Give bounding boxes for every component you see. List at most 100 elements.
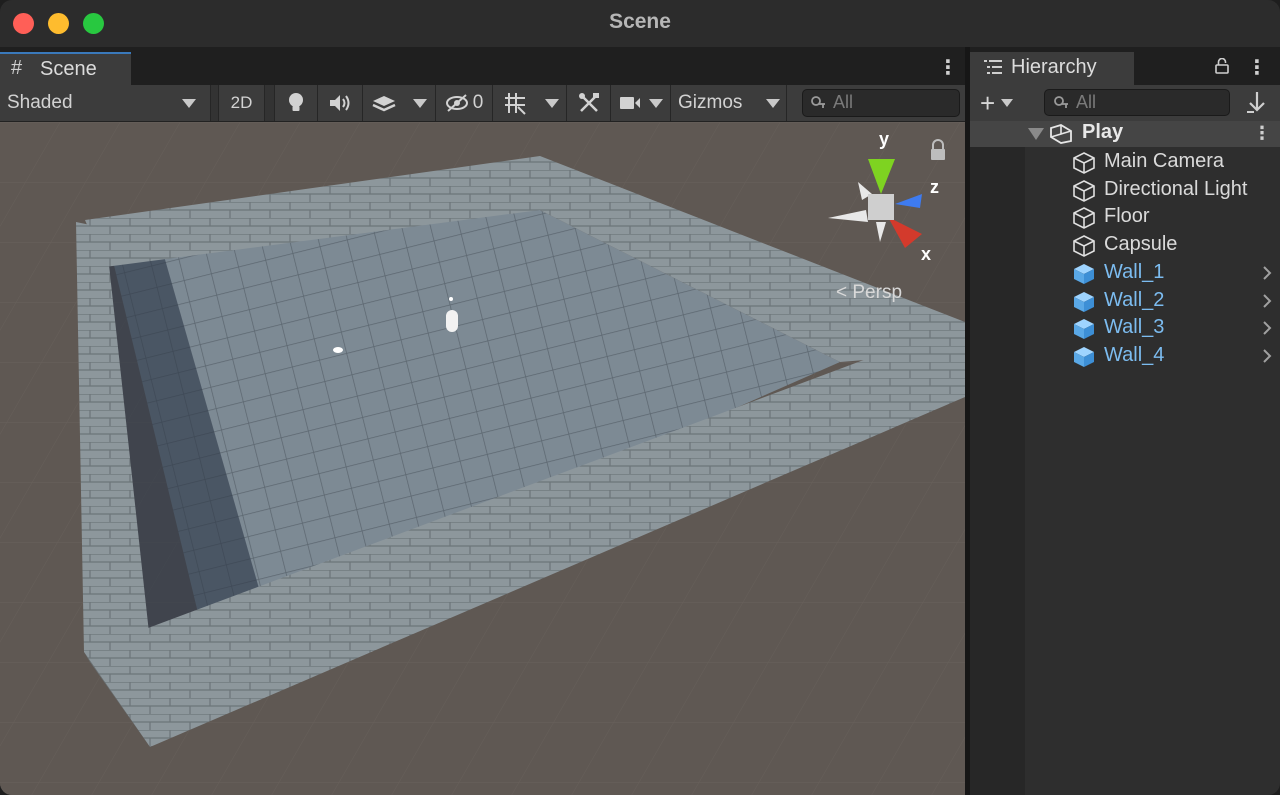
hierarchy-item[interactable]: Wall_4 — [970, 343, 1280, 370]
hierarchy-scene-row[interactable]: Play ⋮ — [970, 121, 1280, 147]
hierarchy-item-label: Wall_2 — [1104, 288, 1165, 311]
gizmos-dropdown-button[interactable] — [759, 85, 787, 121]
scene-render — [0, 122, 965, 795]
search-icon — [1054, 96, 1068, 108]
expand-triangle-icon[interactable] — [1028, 128, 1044, 140]
hierarchy-tree: Play ⋮ Main Camera Directional Light Floor… — [970, 121, 1280, 795]
hierarchy-item[interactable]: Capsule — [970, 232, 1280, 259]
hierarchy-tab-bar: Hierarchy ⋮ — [970, 47, 1280, 85]
gizmos-button[interactable]: Gizmos — [671, 85, 759, 121]
camera-gizmo — [449, 297, 453, 301]
shading-mode-dropdown[interactable]: Shaded — [0, 85, 211, 121]
hidden-objects-count: 0 — [472, 92, 484, 113]
hierarchy-item-label: Wall_1 — [1104, 260, 1165, 283]
y-axis-label: y — [879, 129, 890, 149]
hierarchy-scene-label: Play — [1082, 121, 1124, 143]
chevron-right-icon[interactable] — [1262, 265, 1272, 281]
chevron-left-icon: < — [836, 282, 853, 303]
hierarchy-item[interactable]: Directional Light — [970, 177, 1280, 204]
hierarchy-item[interactable]: Wall_1 — [970, 260, 1280, 287]
chevron-right-icon[interactable] — [1262, 348, 1272, 364]
scene-toolbar: Shaded 2D 0 Gizmos All — [0, 85, 965, 122]
gameobject-cube-icon — [1073, 179, 1095, 202]
toolbar-separator — [265, 85, 275, 121]
tab-hierarchy[interactable]: Hierarchy — [970, 52, 1134, 85]
plus-icon: + — [980, 88, 996, 118]
grid-dropdown-button[interactable] — [537, 85, 567, 121]
prefab-cube-icon — [1074, 319, 1094, 340]
hierarchy-item-label: Capsule — [1104, 233, 1178, 256]
hierarchy-item-label: Directional Light — [1104, 177, 1248, 200]
audio-toggle-button[interactable] — [318, 85, 363, 121]
gameobject-cube-icon — [1073, 235, 1095, 257]
tab-scene[interactable]: # Scene — [0, 52, 131, 85]
toolbar-separator — [211, 85, 219, 121]
hierarchy-search-input[interactable]: All — [1044, 89, 1230, 116]
layers-icon — [372, 96, 396, 112]
grid-icon: # — [11, 57, 23, 79]
search-icon — [811, 96, 825, 108]
scene-tab-bar: # Scene ⋮ — [0, 47, 965, 85]
gameobject-cube-icon — [1073, 207, 1095, 230]
hierarchy-item-label: Wall_3 — [1104, 316, 1165, 339]
lighting-toggle-button[interactable] — [275, 85, 318, 121]
chevron-down-icon — [413, 98, 427, 108]
toggle-2d-button[interactable]: 2D — [219, 85, 265, 121]
scene-menu-icon[interactable]: ⋮ — [1253, 123, 1271, 144]
create-object-button[interactable]: + — [980, 89, 1026, 117]
projection-toggle[interactable]: < Persp — [836, 282, 902, 304]
scene-viewport[interactable]: y z x < Persp — [0, 122, 965, 795]
scene-visibility-sort-icon[interactable] — [1244, 90, 1270, 116]
lock-icon[interactable] — [1215, 58, 1229, 74]
chevron-down-icon — [544, 98, 559, 108]
gameobject-cube-icon — [1073, 152, 1095, 174]
hierarchy-search-placeholder: All — [1076, 92, 1097, 112]
hidden-objects-toggle[interactable]: 0 — [436, 85, 493, 121]
prefab-cube-icon — [1074, 263, 1094, 284]
light-gizmo — [333, 347, 343, 353]
hierarchy-item-label: Main Camera — [1104, 150, 1225, 172]
hierarchy-panel-menu-icon[interactable]: ⋮ — [1247, 55, 1267, 80]
projection-label: Persp — [852, 282, 903, 303]
capsule-object — [446, 310, 458, 332]
speaker-icon — [330, 95, 350, 111]
tab-scene-label: Scene — [40, 58, 97, 80]
effects-dropdown-button[interactable] — [405, 85, 436, 121]
shading-mode-label: Shaded — [7, 92, 73, 113]
x-axis-label: x — [921, 244, 932, 264]
hierarchy-item[interactable]: Wall_2 — [970, 288, 1280, 315]
tools-icon — [578, 93, 599, 112]
chevron-right-icon[interactable] — [1262, 293, 1272, 309]
chevron-down-icon — [648, 98, 663, 108]
grid-toggle-button[interactable] — [493, 85, 537, 121]
tab-hierarchy-label: Hierarchy — [1011, 56, 1097, 78]
grid-snap-icon — [505, 93, 526, 115]
chevron-right-icon[interactable] — [1262, 320, 1272, 336]
gizmos-label: Gizmos — [678, 92, 743, 113]
list-icon — [984, 60, 1002, 74]
chevron-down-icon — [765, 98, 780, 108]
hierarchy-item-label: Floor — [1104, 205, 1150, 228]
toggle-2d-label: 2D — [230, 93, 253, 112]
hierarchy-item[interactable]: Wall_3 — [970, 315, 1280, 342]
hierarchy-item[interactable]: Floor — [970, 204, 1280, 231]
window-title: Scene — [609, 10, 671, 33]
z-axis-label: z — [930, 177, 939, 197]
chevron-down-icon — [182, 98, 196, 108]
hierarchy-item[interactable]: Main Camera — [970, 149, 1280, 176]
eye-slash-icon — [445, 94, 468, 112]
scene-search-input[interactable]: All — [802, 89, 960, 117]
video-camera-icon — [619, 97, 640, 109]
scene-search-placeholder: All — [833, 92, 854, 112]
lightbulb-icon — [289, 93, 303, 111]
scene-panel-menu-icon[interactable]: ⋮ — [938, 55, 958, 80]
title-bar: Scene — [0, 0, 1280, 47]
hierarchy-toolbar: + All — [970, 85, 1280, 121]
tools-toggle-button[interactable] — [567, 85, 611, 121]
effects-toggle-button[interactable] — [363, 85, 405, 121]
camera-settings-button[interactable] — [611, 85, 671, 121]
prefab-cube-icon — [1074, 291, 1094, 312]
unity-scene-icon — [1050, 124, 1072, 144]
gizmo-center-cube — [868, 194, 894, 220]
editor-window: Scene # Scene ⋮ Shaded 2D 0 Gizmos All y… — [0, 0, 1280, 795]
